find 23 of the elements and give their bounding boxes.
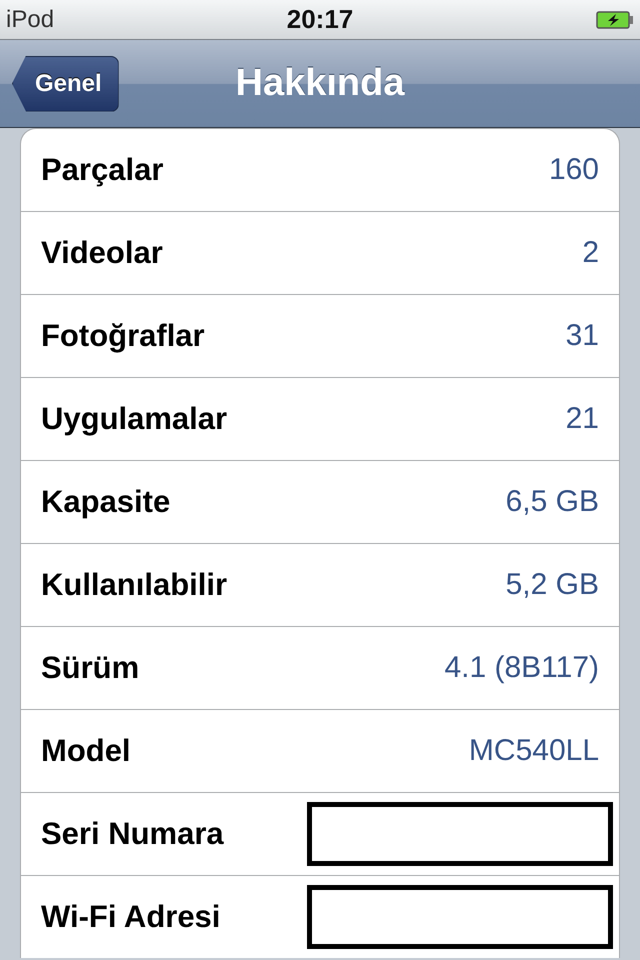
row-label: Videolar (41, 235, 163, 271)
row-label: Kapasite (41, 484, 170, 520)
row-label: Model (41, 733, 131, 769)
row-label: Uygulamalar (41, 401, 228, 437)
row-value: 160 (548, 153, 599, 187)
row-value: 4.1 (8B117) (444, 651, 599, 685)
row-label: Fotoğraflar (41, 318, 205, 354)
status-time: 20:17 (286, 4, 354, 35)
back-button[interactable]: Genel (12, 56, 119, 112)
battery-icon (596, 10, 634, 28)
nav-title: Hakkında (236, 62, 404, 105)
row-label: Sürüm (41, 650, 140, 686)
row-value: 21 (566, 402, 599, 436)
row-label: Seri Numara (41, 816, 224, 852)
row-label: Parçalar (41, 152, 164, 188)
row-value: MC540LL (468, 734, 599, 768)
carrier-label: iPod (6, 6, 54, 34)
row-value: 31 (566, 319, 599, 353)
row-value: 6,5 GB (506, 485, 599, 519)
row-value: 2 (582, 236, 599, 270)
row-label: Kullanılabilir (41, 567, 228, 603)
row-value: 5,2 GB (506, 568, 599, 602)
row-label: Wi-Fi Adresi (41, 899, 220, 935)
